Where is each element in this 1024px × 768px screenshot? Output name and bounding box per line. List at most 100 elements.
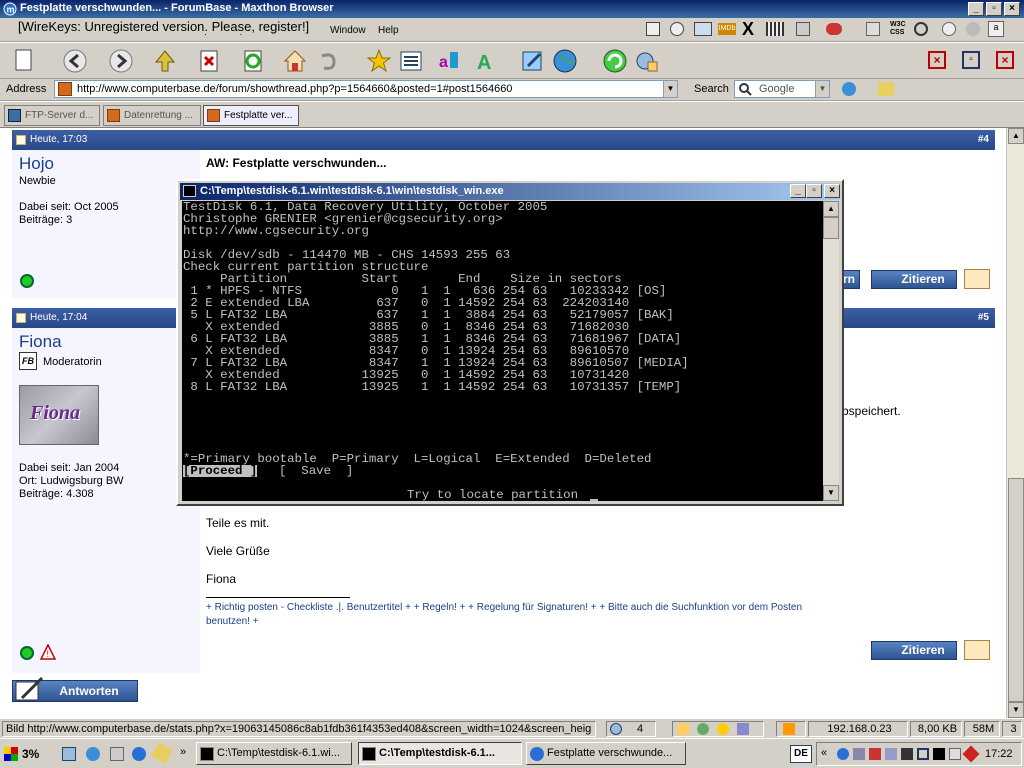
- close-button[interactable]: ×: [1004, 2, 1020, 16]
- circle-icon[interactable]: [966, 22, 980, 36]
- console-close-button[interactable]: ×: [824, 184, 840, 198]
- tray-network-icon[interactable]: [853, 748, 865, 760]
- tray-expand-icon[interactable]: «: [821, 747, 827, 759]
- screen-icon[interactable]: [694, 22, 712, 36]
- popup-block-icon[interactable]: [610, 723, 622, 735]
- taskbar-item-testdisk-2[interactable]: C:\Temp\testdisk-6.1...: [358, 742, 522, 765]
- report-warning-icon[interactable]: !: [40, 644, 56, 660]
- refresh-small-icon[interactable]: [942, 22, 956, 36]
- maximize-button[interactable]: ▫: [986, 2, 1002, 16]
- quote-button-5[interactable]: Zitieren: [871, 641, 957, 660]
- testdisk-console-window[interactable]: C:\Temp\testdisk-6.1.win\testdisk-6.1\wi…: [176, 179, 844, 506]
- taskbar-item-festplatte[interactable]: Festplatte verschwunde...: [526, 742, 686, 765]
- favorites-icon[interactable]: [646, 22, 660, 36]
- highlight-icon[interactable]: a: [436, 48, 462, 74]
- tab-datenrettung[interactable]: Datenrettung ...: [103, 105, 201, 126]
- globe-icon[interactable]: [552, 48, 578, 74]
- ie-icon[interactable]: [86, 747, 100, 761]
- cpu-meter[interactable]: 3%: [2, 743, 54, 765]
- username-link[interactable]: Fiona: [19, 332, 62, 352]
- flag-icon[interactable]: [677, 723, 689, 735]
- w3c-icon[interactable]: W3C CSS: [890, 21, 906, 37]
- scroll-up-icon[interactable]: ▲: [823, 201, 839, 217]
- tab-ftp-server[interactable]: FTP-Server d...: [4, 105, 100, 126]
- tray-security-icon[interactable]: [869, 748, 881, 760]
- maxthon-quick-icon[interactable]: [132, 747, 146, 761]
- page-icon[interactable]: [866, 22, 880, 36]
- font-icon[interactable]: A: [474, 48, 500, 74]
- language-indicator[interactable]: DE: [790, 745, 812, 763]
- tray-window-icon[interactable]: [917, 748, 929, 760]
- menu-window[interactable]: Window: [330, 25, 366, 36]
- ad-icon[interactable]: [697, 723, 709, 735]
- tool-icon[interactable]: [796, 22, 810, 36]
- tray-alert-icon[interactable]: [962, 745, 980, 763]
- scroll-up-icon[interactable]: ▲: [1008, 128, 1024, 144]
- console-minimize-button[interactable]: _: [790, 184, 806, 198]
- scroll-thumb[interactable]: [823, 217, 839, 239]
- sun-icon[interactable]: [717, 723, 729, 735]
- edit-post-icon[interactable]: [964, 640, 990, 660]
- console-maximize-button[interactable]: ▫: [806, 184, 822, 198]
- undo-icon[interactable]: [314, 48, 340, 74]
- list-icon[interactable]: [398, 48, 424, 74]
- edit-icon[interactable]: [520, 48, 546, 74]
- tray-app-icon[interactable]: [901, 748, 913, 760]
- taskbar-item-testdisk-1[interactable]: C:\Temp\testdisk-6.1.wi...: [196, 742, 352, 765]
- speaker-icon[interactable]: [737, 723, 749, 735]
- post-number[interactable]: #4: [978, 134, 989, 145]
- restore-tab-icon[interactable]: ▫: [962, 51, 980, 69]
- signature-links[interactable]: benutzen! +: [206, 616, 259, 627]
- clock-icon[interactable]: [670, 22, 684, 36]
- new-page-icon[interactable]: [10, 48, 36, 74]
- explorer-icon[interactable]: [110, 747, 124, 761]
- up-icon[interactable]: [152, 48, 178, 74]
- menu-help[interactable]: Help: [378, 25, 399, 36]
- go-globe-icon[interactable]: [842, 82, 856, 96]
- edit-post-icon[interactable]: [964, 269, 990, 289]
- tray-monitor-icon[interactable]: [933, 748, 945, 760]
- address-dropdown-icon[interactable]: ▼: [663, 81, 677, 97]
- close-all-icon[interactable]: ×: [996, 51, 1014, 69]
- film-icon[interactable]: [766, 22, 784, 36]
- search-dropdown-icon[interactable]: ▼: [815, 81, 829, 97]
- favorites-star-icon[interactable]: [366, 48, 392, 74]
- refresh-icon[interactable]: [240, 48, 266, 74]
- home-icon[interactable]: [282, 48, 308, 74]
- tab-festplatte[interactable]: Festplatte ver...: [203, 105, 299, 126]
- post-number[interactable]: #5: [978, 312, 989, 323]
- more-chevron-icon[interactable]: »: [180, 746, 186, 758]
- x-icon[interactable]: X: [742, 20, 754, 38]
- sync-icon[interactable]: [602, 48, 628, 74]
- username-link[interactable]: Hojo: [19, 154, 54, 174]
- view-icon[interactable]: [914, 22, 928, 36]
- tray-maxthon-icon[interactable]: [837, 748, 849, 760]
- lock-icon[interactable]: [783, 723, 795, 735]
- minimize-button[interactable]: _: [968, 2, 984, 16]
- signature-links[interactable]: + Richtig posten - Checkliste .|. Benutz…: [206, 602, 802, 613]
- tools-icon[interactable]: [634, 48, 660, 74]
- scroll-thumb[interactable]: [1008, 478, 1024, 702]
- post-icon: [16, 313, 26, 323]
- stop-page-icon[interactable]: [196, 48, 222, 74]
- font-size-icon[interactable]: a: [988, 21, 1004, 37]
- pen-quick-icon[interactable]: [151, 742, 173, 764]
- console-scrollbar[interactable]: ▲ ▼: [823, 201, 839, 501]
- scroll-down-icon[interactable]: ▼: [823, 485, 839, 501]
- tray-printer-icon[interactable]: [949, 748, 961, 760]
- proceed-option[interactable]: [Proceed ]: [183, 465, 258, 477]
- page-scrollbar[interactable]: ▲ ▼: [1006, 128, 1024, 718]
- stop-icon[interactable]: [826, 23, 842, 35]
- back-icon[interactable]: [62, 48, 88, 74]
- search-input[interactable]: Google ▼: [734, 80, 830, 98]
- desktop-icon[interactable]: [62, 747, 76, 761]
- scroll-down-icon[interactable]: ▼: [1008, 702, 1024, 718]
- close-tab-icon[interactable]: ×: [928, 51, 946, 69]
- tray-speaker-icon[interactable]: [885, 748, 897, 760]
- quote-button-4[interactable]: Zitieren: [871, 270, 957, 289]
- forward-icon[interactable]: [108, 48, 134, 74]
- save-option[interactable]: [ Save ]: [279, 465, 353, 477]
- address-input[interactable]: http://www.computerbase.de/forum/showthr…: [54, 80, 678, 98]
- imdb-icon[interactable]: IMDb: [718, 23, 736, 35]
- highlight-pen-icon[interactable]: [878, 82, 894, 96]
